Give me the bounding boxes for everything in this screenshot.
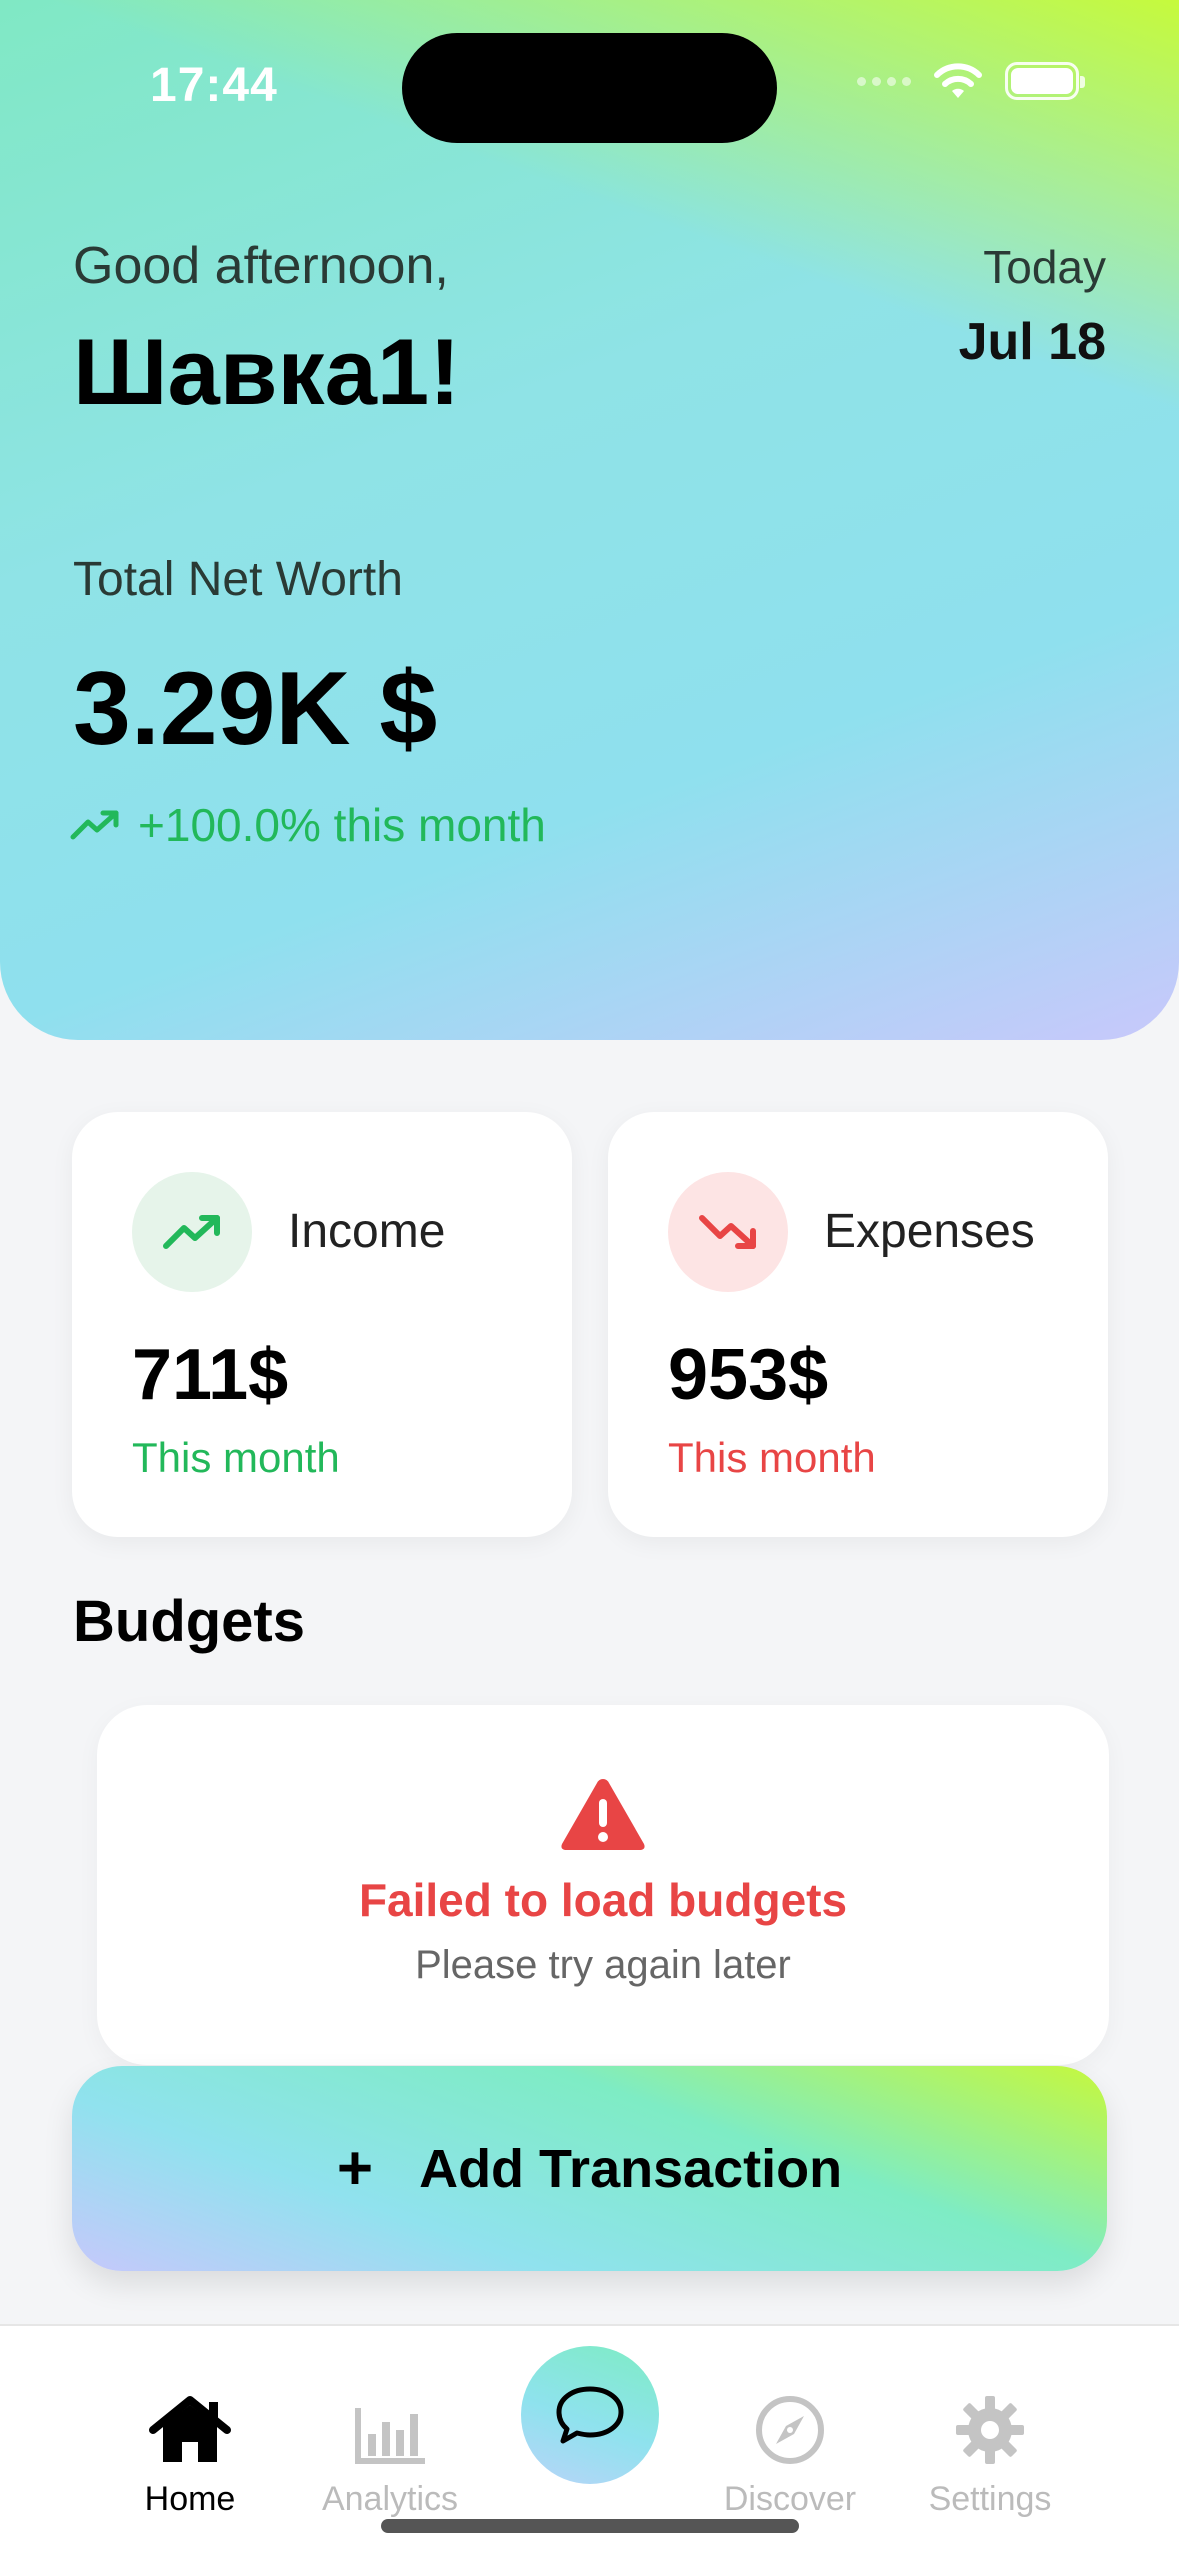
plus-icon: + [336, 2133, 374, 2203]
tab-analytics[interactable]: Analytics [300, 2326, 480, 2519]
trending-up-icon [163, 1215, 220, 1249]
net-worth-value: 3.29K $ [73, 651, 438, 767]
home-indicator [381, 2519, 799, 2533]
status-indicators [857, 62, 1085, 100]
income-title: Income [288, 1205, 446, 1258]
tab-settings-label: Settings [928, 2480, 1052, 2518]
income-period: This month [132, 1434, 340, 1481]
add-transaction-label: Add Transaction [419, 2138, 843, 2199]
tab-home-label: Home [144, 2480, 236, 2518]
net-worth-change-text: +100.0% this month [138, 799, 546, 851]
expenses-icon-circle [668, 1172, 788, 1292]
net-worth-change: +100.0% this month [70, 798, 546, 852]
dynamic-island [402, 33, 777, 143]
wifi-icon [934, 63, 982, 98]
user-name: Шавка1! [73, 319, 461, 424]
tab-home[interactable]: Home [100, 2326, 280, 2519]
gear-icon [956, 2396, 1024, 2464]
today-label: Today [983, 241, 1106, 293]
budgets-error-card: Failed to load budgets Please try again … [97, 1705, 1109, 2065]
battery-icon [1005, 62, 1085, 100]
chat-button[interactable] [521, 2346, 659, 2484]
income-card[interactable]: Income 711$ This month [72, 1112, 572, 1537]
expenses-amount: 953$ [668, 1335, 829, 1415]
status-time: 17:44 [150, 59, 278, 112]
budgets-error-title: Failed to load budgets [358, 1874, 848, 1926]
budgets-error-message: Please try again later [415, 1943, 791, 1987]
home-icon [149, 2396, 231, 2462]
warning-icon [561, 1779, 645, 1850]
chat-bubble-icon [556, 2386, 624, 2444]
income-icon-circle [132, 1172, 252, 1292]
header-hero: 17:44 Good afternoon, Шавка1! Today Jul … [0, 0, 1179, 1040]
expenses-card[interactable]: Expenses 953$ This month [608, 1112, 1108, 1537]
cellular-signal-icon [857, 76, 911, 86]
tab-discover[interactable]: Discover [700, 2326, 880, 2519]
tab-settings[interactable]: Settings [900, 2326, 1080, 2519]
today-date: Jul 18 [958, 313, 1106, 371]
add-transaction-button[interactable]: + Add Transaction [72, 2066, 1107, 2271]
net-worth-label: Total Net Worth [73, 553, 403, 606]
tab-analytics-label: Analytics [321, 2480, 459, 2518]
tab-discover-label: Discover [723, 2480, 857, 2518]
trending-down-icon [699, 1215, 756, 1249]
compass-icon [756, 2396, 824, 2464]
budgets-section-title: Budgets [73, 1589, 305, 1654]
bar-chart-icon [355, 2408, 425, 2464]
trending-up-icon [70, 810, 119, 840]
income-amount: 711$ [132, 1335, 289, 1415]
expenses-title: Expenses [824, 1205, 1035, 1258]
greeting-text: Good afternoon, [73, 237, 449, 295]
expenses-period: This month [668, 1434, 876, 1481]
